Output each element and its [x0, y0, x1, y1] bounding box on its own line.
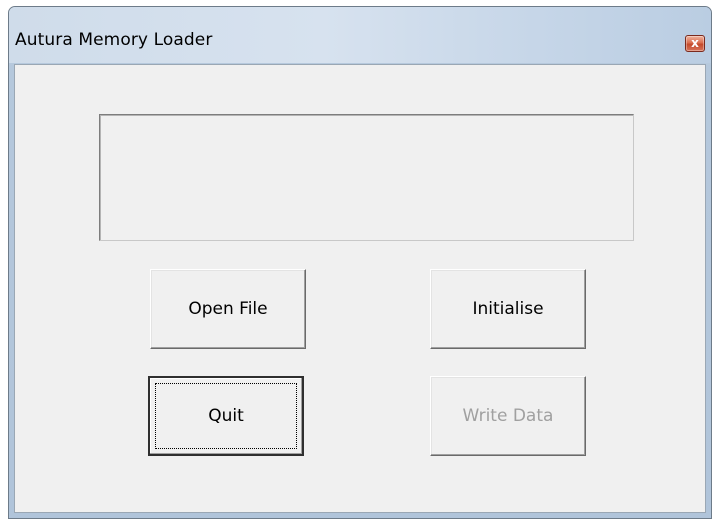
open-file-label: Open File [188, 299, 268, 319]
initialise-label: Initialise [472, 299, 544, 319]
write-data-label: Write Data [462, 406, 554, 426]
open-file-button[interactable]: Open File [150, 269, 306, 349]
quit-label: Quit [208, 406, 244, 426]
window-title: Autura Memory Loader [15, 30, 213, 50]
write-data-button[interactable]: Write Data [430, 376, 586, 456]
close-icon: x [691, 36, 699, 50]
close-button[interactable]: x [685, 35, 705, 52]
main-window: Autura Memory Loader x Open File Initial… [8, 6, 712, 519]
client-area: Open File Initialise Quit Write Data [14, 64, 706, 513]
initialise-button[interactable]: Initialise [430, 269, 586, 349]
quit-button[interactable]: Quit [148, 376, 304, 456]
title-bar[interactable]: Autura Memory Loader x [9, 7, 711, 63]
status-display [99, 114, 634, 241]
